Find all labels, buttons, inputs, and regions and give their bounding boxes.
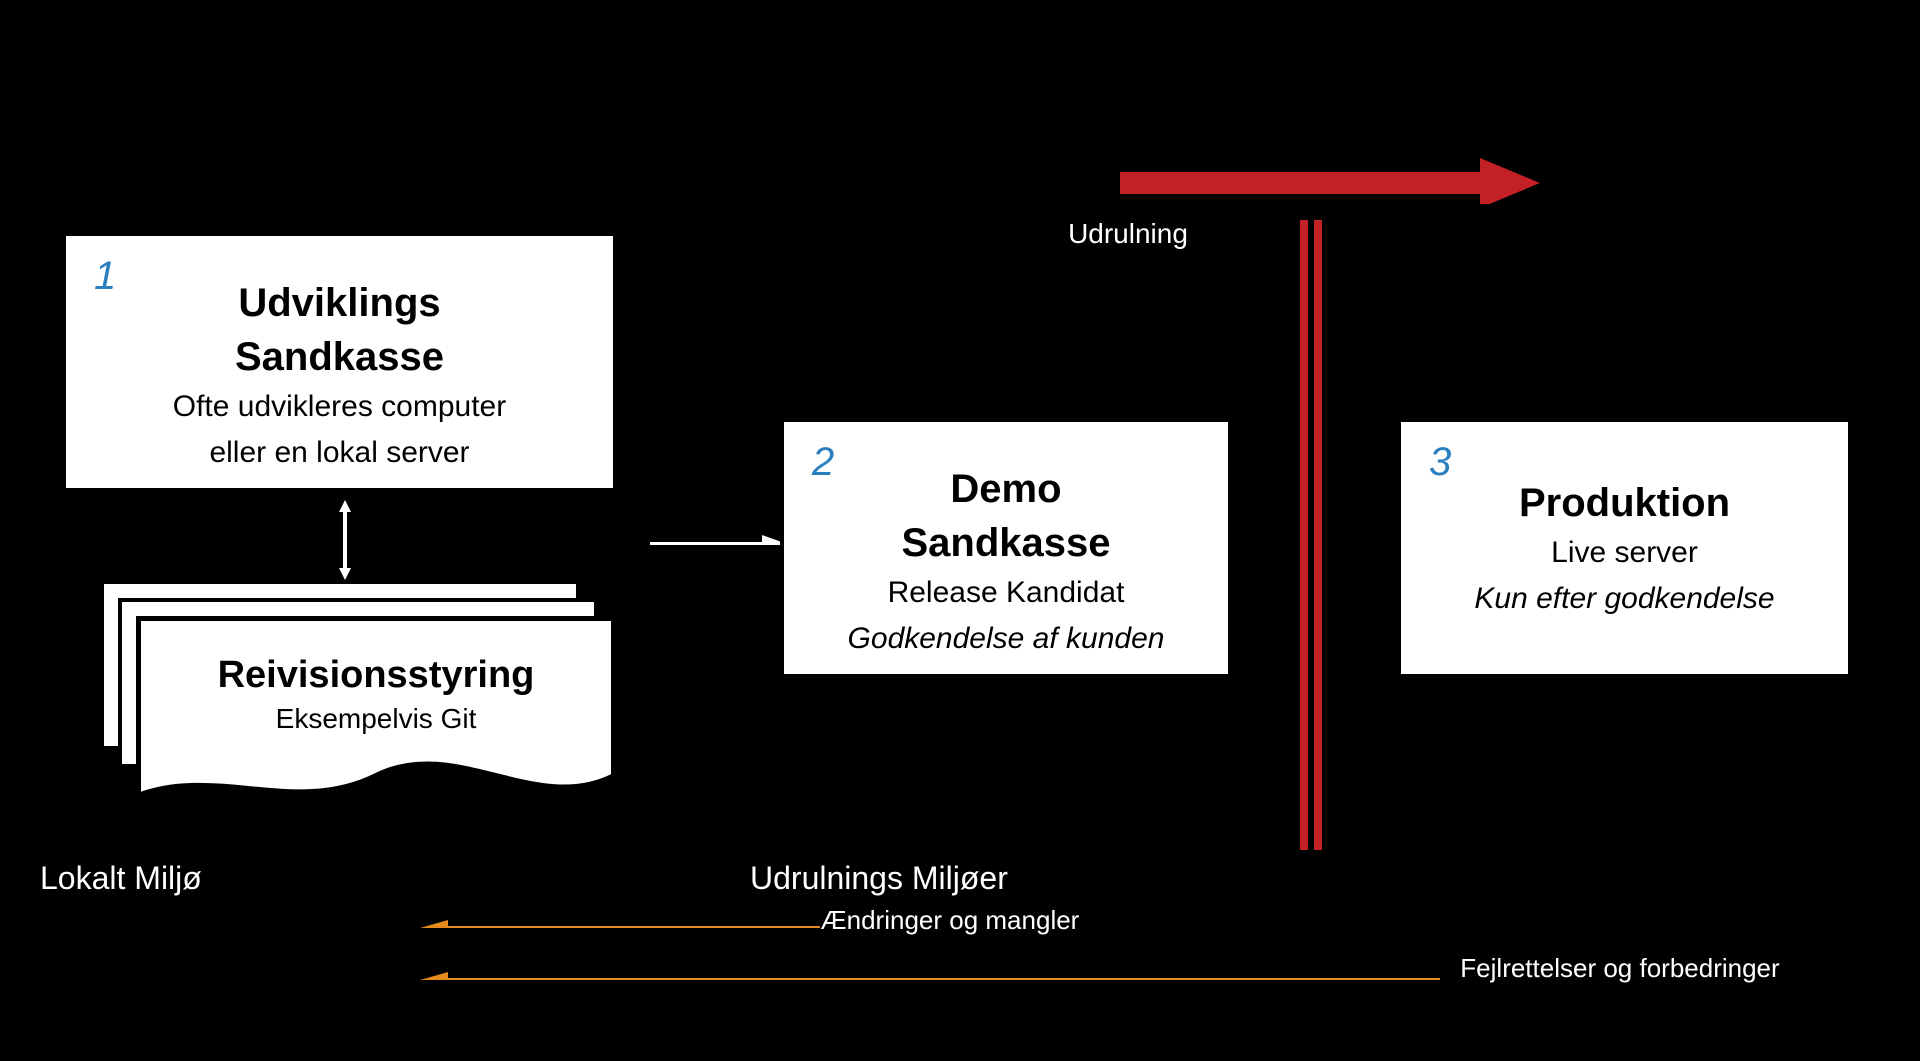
box-number-1: 1 bbox=[94, 254, 116, 299]
box3-title-line1: Produktion bbox=[1401, 480, 1848, 526]
box-demo-sandbox: 2 Demo Sandkasse Release Kandidat Godken… bbox=[780, 418, 1232, 678]
revision-sheet-front: Reivisionsstyring Eksempelvis Git bbox=[136, 616, 616, 806]
arrow-feedback-prod-to-dev-icon bbox=[420, 970, 1440, 980]
box1-title-line2: Sandkasse bbox=[66, 334, 613, 380]
barrier-line-2 bbox=[1314, 220, 1322, 850]
arrow-deployment-icon bbox=[1120, 158, 1540, 204]
box3-sub-line1: Live server bbox=[1401, 534, 1848, 572]
arrow-feedback-demo-to-dev-icon bbox=[420, 918, 820, 928]
box3-sub-line2: Kun efter godkendelse bbox=[1474, 582, 1774, 615]
box2-title-line2: Sandkasse bbox=[784, 520, 1228, 566]
label-deployment-arrow: Udrulning bbox=[1008, 218, 1248, 250]
approval-barrier bbox=[1296, 220, 1326, 850]
box2-sub-line2: Godkendelse af kunden bbox=[848, 622, 1165, 655]
revision-sub: Eksempelvis Git bbox=[136, 703, 616, 735]
arrow-local-to-demo-icon bbox=[650, 535, 780, 545]
box1-sub-line1: Ofte udvikleres computer bbox=[66, 388, 613, 426]
arrow-dev-to-revision-icon bbox=[335, 500, 355, 580]
box-production: 3 Produktion Live server Kun efter godke… bbox=[1397, 418, 1852, 678]
barrier-line-1 bbox=[1300, 220, 1308, 850]
revision-title: Reivisionsstyring bbox=[136, 654, 616, 697]
revision-control-stack: Reivisionsstyring Eksempelvis Git bbox=[100, 580, 620, 830]
box-number-2: 2 bbox=[812, 440, 834, 485]
box2-title-line1: Demo bbox=[784, 466, 1228, 512]
box1-title-line1: Udviklings bbox=[66, 280, 613, 326]
label-feedback-changes: Ændringer og mangler bbox=[800, 905, 1100, 936]
box1-sub-line2: eller en lokal server bbox=[66, 434, 613, 472]
label-local-environment: Lokalt Miljø bbox=[40, 860, 202, 897]
label-deployment-environments: Udrulnings Miljøer bbox=[750, 860, 1008, 897]
label-feedback-bugfixes: Fejlrettelser og forbedringer bbox=[1420, 953, 1820, 984]
box2-sub-line1: Release Kandidat bbox=[784, 574, 1228, 612]
box-development-sandbox: 1 Udviklings Sandkasse Ofte udvikleres c… bbox=[62, 232, 617, 492]
box-number-3: 3 bbox=[1429, 440, 1451, 485]
